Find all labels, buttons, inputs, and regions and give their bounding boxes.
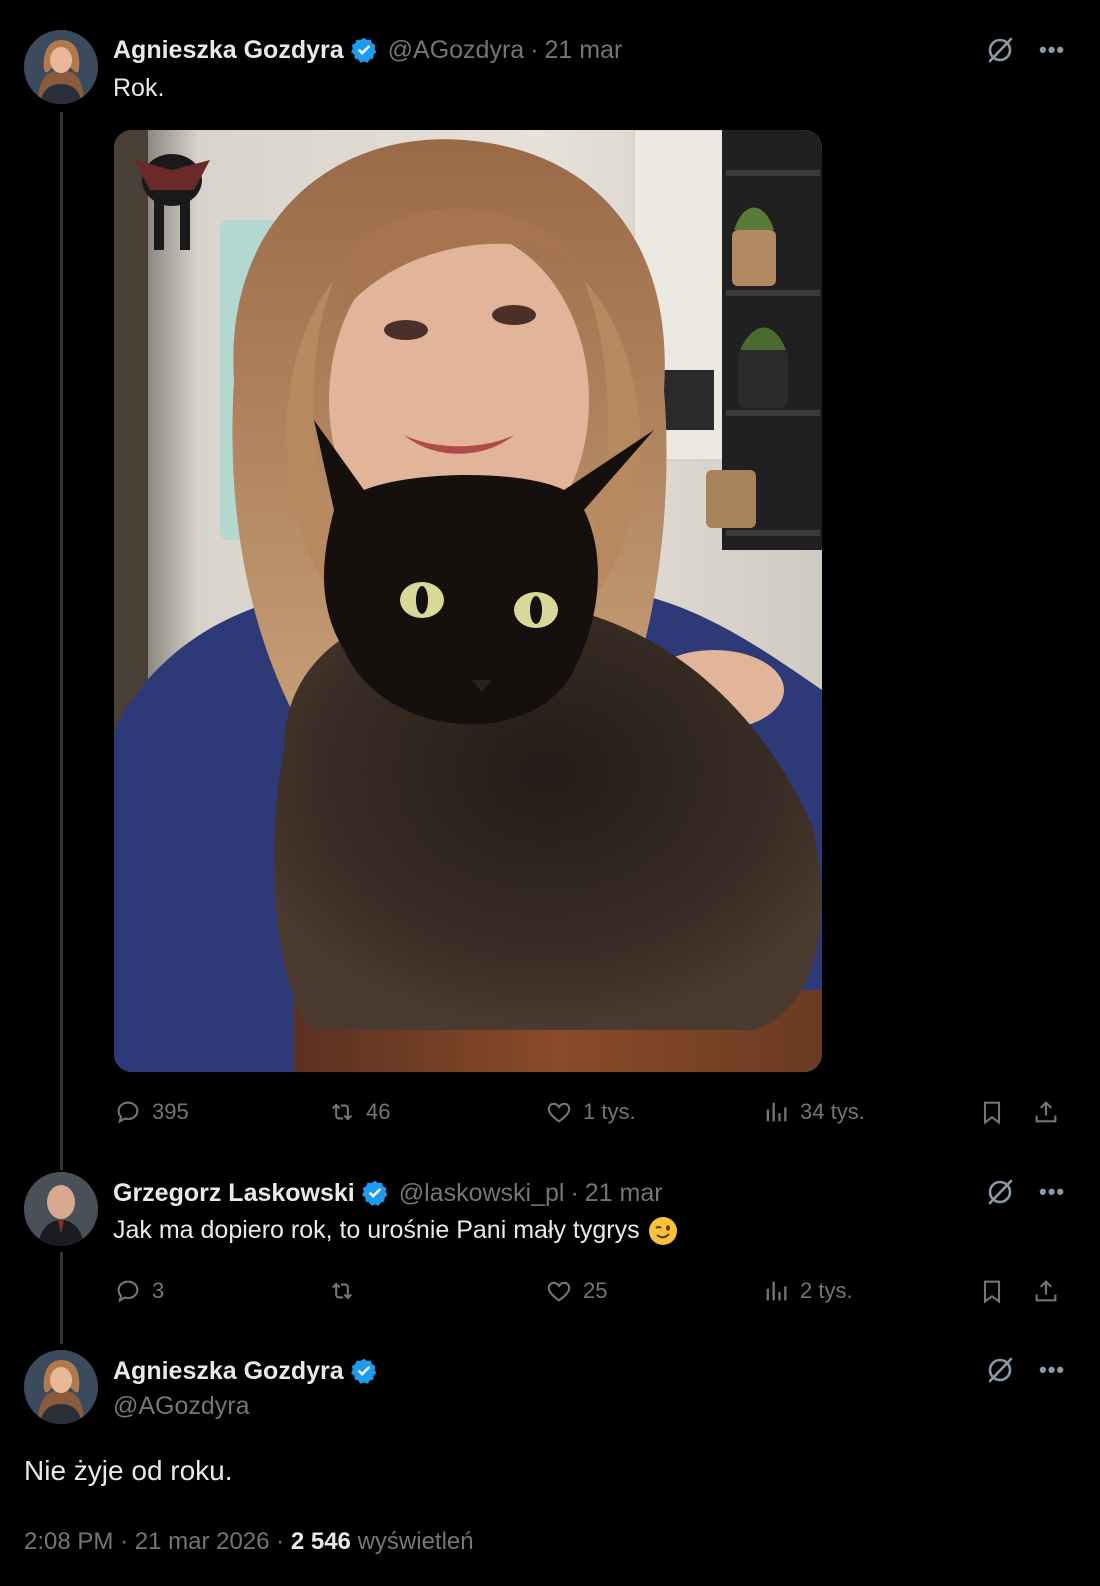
repost-button[interactable] bbox=[328, 1277, 366, 1305]
repost-icon bbox=[331, 1282, 353, 1300]
tweet-top-icons: ••• bbox=[985, 1177, 1065, 1207]
avatar[interactable] bbox=[24, 1350, 98, 1424]
like-button[interactable]: 25 bbox=[545, 1277, 607, 1305]
like-icon bbox=[547, 1281, 571, 1302]
tweet-header: Agnieszka Gozdyra @AGozdyra · 21 mar bbox=[113, 32, 622, 68]
bookmark-icon bbox=[983, 1280, 1001, 1304]
reply-icon bbox=[117, 1280, 139, 1303]
views-count: 34 tys. bbox=[800, 1099, 865, 1124]
bookmark-icon bbox=[983, 1101, 1001, 1125]
tweet-date[interactable]: 21 mar 2026 bbox=[135, 1528, 270, 1555]
verified-badge-icon bbox=[350, 36, 378, 64]
separator: · bbox=[530, 35, 539, 64]
tweet-text: Nie żyje od roku. bbox=[24, 1455, 233, 1486]
grok-icon[interactable] bbox=[985, 1355, 1015, 1385]
author-handle[interactable]: @AGozdyra bbox=[388, 36, 525, 65]
repost-button[interactable]: 46 bbox=[328, 1098, 390, 1126]
views-icon bbox=[766, 1102, 787, 1122]
tweet-time[interactable]: 2:08 PM bbox=[24, 1528, 113, 1555]
tweet-text: Jak ma dopiero rok, to urośnie Pani mały… bbox=[113, 1216, 678, 1246]
views-button[interactable]: 34 tys. bbox=[762, 1098, 865, 1126]
avatar-image bbox=[24, 1350, 98, 1424]
tweet-date[interactable]: 21 mar bbox=[585, 1179, 663, 1208]
bookmark-button[interactable] bbox=[978, 1277, 1006, 1305]
separator: · bbox=[276, 1528, 285, 1555]
like-button[interactable]: 1 tys. bbox=[545, 1098, 636, 1126]
avatar[interactable] bbox=[24, 30, 98, 104]
views-icon bbox=[766, 1281, 787, 1301]
author-name[interactable]: Grzegorz Laskowski bbox=[113, 1179, 355, 1208]
more-icon[interactable]: ••• bbox=[1039, 35, 1065, 65]
share-button[interactable] bbox=[1032, 1098, 1060, 1126]
tweet-date[interactable]: 21 mar bbox=[545, 36, 623, 65]
avatar-image bbox=[24, 1172, 98, 1246]
more-icon[interactable]: ••• bbox=[1039, 1355, 1065, 1385]
reply-button[interactable]: 3 bbox=[114, 1277, 164, 1305]
reply-button[interactable]: 395 bbox=[114, 1098, 189, 1126]
separator: · bbox=[570, 1178, 579, 1207]
like-count: 1 tys. bbox=[583, 1099, 636, 1124]
author-handle[interactable]: @AGozdyra bbox=[113, 1392, 250, 1421]
share-icon bbox=[1035, 1101, 1057, 1123]
tweet-text: Rok. bbox=[113, 74, 165, 102]
author-handle[interactable]: @laskowski_pl bbox=[399, 1179, 565, 1208]
reply-count: 3 bbox=[152, 1278, 165, 1303]
views-count: 2 546 bbox=[290, 1528, 351, 1555]
photo-woman-with-black-cat bbox=[114, 130, 822, 1072]
author-name[interactable]: Agnieszka Gozdyra bbox=[113, 36, 344, 65]
views-count: 2 tys. bbox=[800, 1278, 853, 1303]
verified-badge-icon bbox=[361, 1179, 389, 1207]
repost-count: 46 bbox=[366, 1099, 391, 1124]
verified-badge-icon bbox=[350, 1357, 378, 1385]
thread-connector-line bbox=[60, 1252, 63, 1344]
tweet-text-content: Jak ma dopiero rok, to urośnie Pani mały… bbox=[113, 1216, 640, 1244]
reply-icon bbox=[117, 1101, 139, 1124]
grok-icon[interactable] bbox=[985, 35, 1015, 65]
thread-connector-line bbox=[60, 112, 63, 1170]
like-count: 25 bbox=[583, 1278, 608, 1303]
views-label: wyświetleń bbox=[357, 1528, 474, 1555]
share-button[interactable] bbox=[1032, 1277, 1060, 1305]
reply-count: 395 bbox=[152, 1099, 189, 1124]
tweet-top-icons: ••• bbox=[985, 1355, 1065, 1385]
share-icon bbox=[1035, 1280, 1057, 1302]
tweet-meta: 2:08 PM · 21 mar 2026 · 2 546 wyświetleń bbox=[24, 1528, 474, 1556]
bookmark-button[interactable] bbox=[978, 1098, 1006, 1126]
avatar[interactable] bbox=[24, 1172, 98, 1246]
tweet-photo[interactable] bbox=[114, 130, 822, 1072]
avatar-image bbox=[24, 30, 98, 104]
more-icon[interactable]: ••• bbox=[1039, 1177, 1065, 1207]
separator: · bbox=[120, 1528, 129, 1555]
repost-icon bbox=[331, 1103, 353, 1121]
tweet-header: Agnieszka Gozdyra bbox=[113, 1353, 388, 1389]
tweet-header: Grzegorz Laskowski @laskowski_pl · 21 ma… bbox=[113, 1175, 663, 1211]
grok-icon[interactable] bbox=[985, 1177, 1015, 1207]
views-button[interactable]: 2 tys. bbox=[762, 1277, 853, 1305]
winking-face-emoji-icon bbox=[648, 1216, 678, 1246]
like-icon bbox=[547, 1102, 571, 1123]
tweet-top-icons: ••• bbox=[985, 35, 1065, 65]
author-name[interactable]: Agnieszka Gozdyra bbox=[113, 1357, 344, 1386]
